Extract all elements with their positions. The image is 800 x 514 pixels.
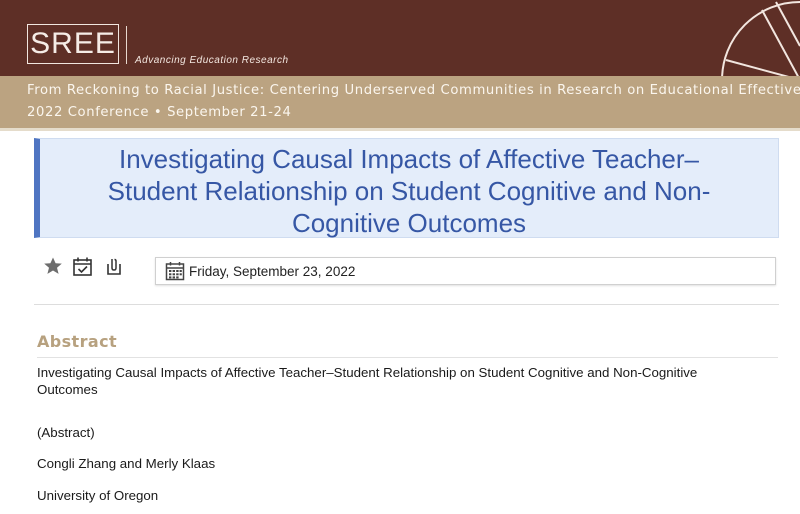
abstract-title: Investigating Causal Impacts of Affectiv…	[37, 365, 698, 397]
session-title: Investigating Causal Impacts of Affectiv…	[107, 144, 711, 238]
star-icon	[44, 257, 62, 274]
compass-decoration-icon	[721, 1, 800, 76]
site-header: SREE Advancing Education Research	[0, 0, 800, 76]
calendar-check-icon	[72, 257, 92, 276]
paperclip-icon	[107, 258, 121, 275]
logo-divider	[126, 26, 127, 64]
abstract-affiliation: University of Oregon	[37, 488, 159, 503]
session-title-panel: Investigating Causal Impacts of Affectiv…	[34, 138, 779, 238]
calendar-icon	[164, 260, 186, 282]
divider	[34, 304, 779, 305]
favorite-button[interactable]	[42, 255, 64, 277]
session-date-box: Friday, September 23, 2022	[155, 257, 776, 285]
conference-dates: 2022 Conference • September 21-24	[27, 105, 292, 120]
session-date: Friday, September 23, 2022	[189, 263, 356, 279]
header-divider	[0, 128, 800, 131]
conference-theme: From Reckoning to Racial Justice: Center…	[27, 83, 800, 98]
abstract-authors: Congli Zhang and Merly Klaas	[37, 456, 216, 471]
tagline: Advancing Education Research	[135, 55, 289, 66]
attachments-button[interactable]	[103, 255, 125, 277]
add-to-schedule-button[interactable]	[71, 255, 93, 277]
abstract-divider	[37, 357, 778, 358]
abstract-label: (Abstract)	[37, 425, 95, 440]
sree-logo[interactable]: SREE	[27, 24, 119, 64]
abstract-heading: Abstract	[37, 332, 118, 351]
conference-banner: From Reckoning to Racial Justice: Center…	[0, 76, 800, 128]
